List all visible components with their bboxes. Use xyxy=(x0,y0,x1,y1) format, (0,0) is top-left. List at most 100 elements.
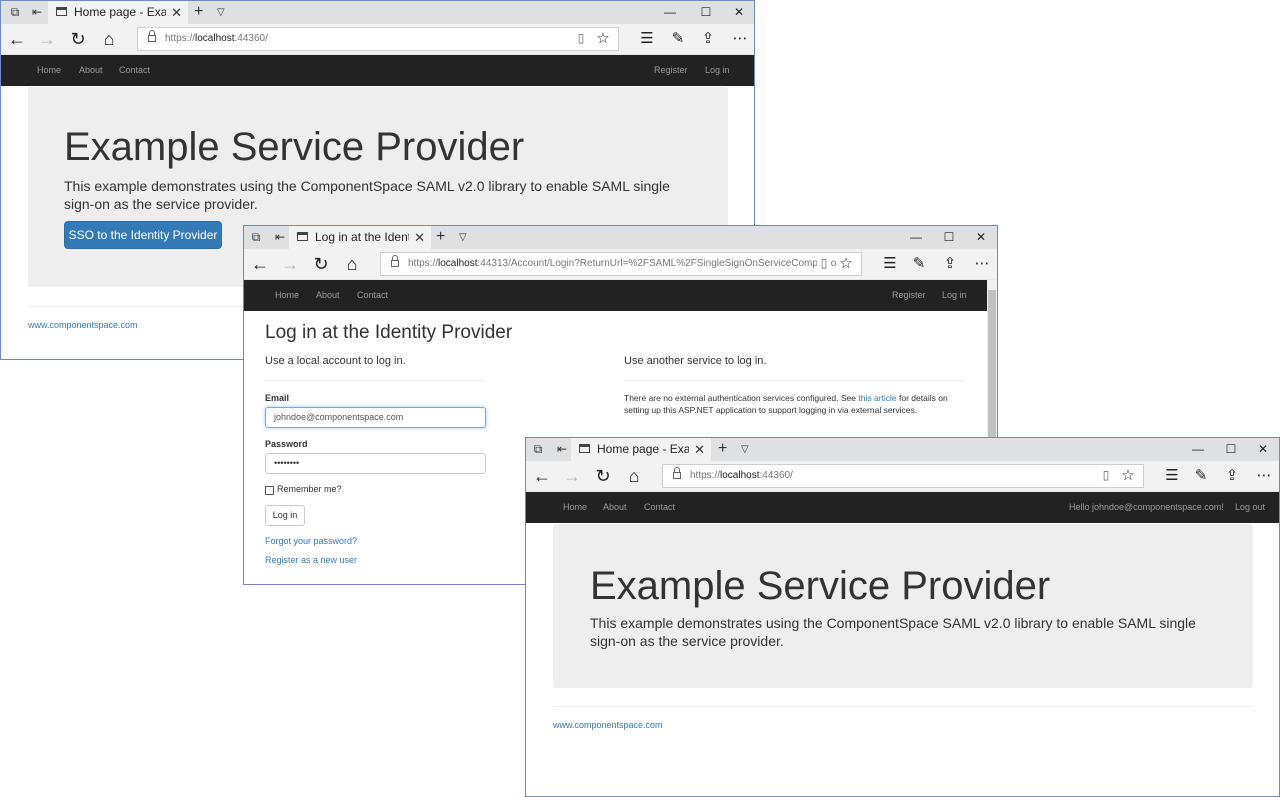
tab-close-icon[interactable]: ✕ xyxy=(171,1,182,24)
hub-icon[interactable]: ☰ xyxy=(1160,464,1184,488)
tab-menu-icon[interactable]: ▽ xyxy=(741,438,749,461)
more-icon[interactable]: ⋯ xyxy=(970,252,994,276)
hub-icon[interactable]: ☰ xyxy=(878,252,902,276)
tab-manager-icon[interactable]: ⧉ xyxy=(530,442,546,456)
nav-contact[interactable]: Contact xyxy=(119,55,150,86)
tab-manager-icon[interactable]: ⧉ xyxy=(7,5,23,19)
tab-home-page[interactable]: Home page - Example S ✕ xyxy=(48,1,188,24)
more-icon[interactable]: ⋯ xyxy=(1252,464,1276,488)
page-icon xyxy=(56,7,67,16)
nav-about[interactable]: About xyxy=(316,280,340,311)
reading-view-icon[interactable]: ▯ xyxy=(574,31,588,45)
back-icon[interactable]: ← xyxy=(530,464,554,488)
close-window-icon[interactable]: ✕ xyxy=(964,226,997,249)
tab-manager-icon[interactable]: ⧉ xyxy=(248,230,264,244)
set-aside-tabs-icon[interactable]: ⇤ xyxy=(554,442,570,456)
address-bar[interactable]: https://localhost:44313/Account/Login?Re… xyxy=(380,252,862,276)
url-text: https://localhost:44313/Account/Login?Re… xyxy=(408,258,842,269)
hub-icon[interactable]: ☰ xyxy=(635,27,659,51)
external-article-link[interactable]: this article xyxy=(858,393,896,403)
share-icon[interactable]: ⇪ xyxy=(1220,464,1244,488)
notes-icon[interactable]: ✎ xyxy=(1189,464,1213,488)
tab-menu-icon[interactable]: ▽ xyxy=(217,1,225,24)
set-aside-tabs-icon[interactable]: ⇤ xyxy=(29,5,45,19)
nav-home[interactable]: Home xyxy=(275,280,299,311)
nav-home[interactable]: Home xyxy=(37,55,61,86)
tab-close-icon[interactable]: ✕ xyxy=(694,438,705,461)
footer-link[interactable]: www.componentspace.com xyxy=(28,320,138,330)
local-divider xyxy=(265,380,485,381)
browser-toolbar: ← → ↻ ⌂ https://localhost:44360/ ▯ ☆ ☰ ✎… xyxy=(1,24,754,55)
forgot-password-link[interactable]: Forgot your password? xyxy=(265,536,357,546)
browser-toolbar: ← → ↻ ⌂ https://localhost:44313/Account/… xyxy=(244,249,997,280)
nav-about[interactable]: About xyxy=(603,492,627,523)
address-bar[interactable]: https://localhost:44360/ ▯ ☆ xyxy=(662,464,1144,488)
notes-icon[interactable]: ✎ xyxy=(907,252,931,276)
nav-contact[interactable]: Contact xyxy=(357,280,388,311)
more-icon[interactable]: ⋯ xyxy=(728,27,752,51)
site-navbar: Home About Contact Hello johndoe@compone… xyxy=(526,492,1279,523)
home-icon[interactable]: ⌂ xyxy=(97,27,121,51)
external-heading: Use another service to log in. xyxy=(624,355,767,367)
new-tab-icon[interactable]: + xyxy=(718,438,727,460)
nav-hello-user[interactable]: Hello johndoe@componentspace.com! xyxy=(1069,492,1224,523)
forward-icon[interactable]: → xyxy=(560,464,584,488)
lock-icon xyxy=(391,255,399,268)
page-icon xyxy=(579,444,590,453)
title-bar: ⧉ ⇤ Log in at the Identity Pr ✕ + ▽ — ☐ … xyxy=(244,226,997,249)
maximize-icon[interactable]: ☐ xyxy=(689,1,723,24)
page-heading: Example Service Provider xyxy=(590,564,1051,608)
nav-home[interactable]: Home xyxy=(563,492,587,523)
page-icon xyxy=(297,232,308,241)
new-tab-icon[interactable]: + xyxy=(194,1,203,23)
address-bar[interactable]: https://localhost:44360/ ▯ ☆ xyxy=(137,27,619,51)
nav-contact[interactable]: Contact xyxy=(644,492,675,523)
nav-register[interactable]: Register xyxy=(654,55,688,86)
tab-home-page[interactable]: Home page - Example S ✕ xyxy=(571,438,711,461)
nav-register[interactable]: Register xyxy=(892,280,926,311)
new-tab-icon[interactable]: + xyxy=(436,226,445,248)
minimize-icon[interactable]: — xyxy=(653,1,687,24)
refresh-icon[interactable]: ↻ xyxy=(591,464,615,488)
tab-login[interactable]: Log in at the Identity Pr ✕ xyxy=(289,226,431,249)
nav-logout[interactable]: Log out xyxy=(1235,492,1265,523)
forward-icon[interactable]: → xyxy=(278,252,302,276)
close-window-icon[interactable]: ✕ xyxy=(1246,438,1279,461)
register-link[interactable]: Register as a new user xyxy=(265,555,357,565)
email-label: Email xyxy=(265,393,290,403)
back-icon[interactable]: ← xyxy=(248,252,272,276)
close-window-icon[interactable]: ✕ xyxy=(722,1,754,24)
reading-view-icon[interactable]: ▯ xyxy=(1099,468,1113,482)
forward-icon[interactable]: → xyxy=(35,27,59,51)
remember-checkbox[interactable] xyxy=(265,486,274,495)
sso-button[interactable]: SSO to the Identity Provider xyxy=(64,221,222,249)
maximize-icon[interactable]: ☐ xyxy=(1214,438,1248,461)
refresh-icon[interactable]: ↻ xyxy=(66,27,90,51)
home-icon[interactable]: ⌂ xyxy=(340,252,364,276)
set-aside-tabs-icon[interactable]: ⇤ xyxy=(272,230,288,244)
tab-close-icon[interactable]: ✕ xyxy=(414,226,425,249)
reading-view-icon[interactable]: ▯ xyxy=(817,256,831,270)
home-icon[interactable]: ⌂ xyxy=(622,464,646,488)
nav-login[interactable]: Log in xyxy=(942,280,967,311)
favorite-star-icon[interactable]: ☆ xyxy=(837,254,855,274)
minimize-icon[interactable]: — xyxy=(899,226,933,249)
email-field[interactable]: johndoe@componentspace.com xyxy=(265,407,486,428)
tab-menu-icon[interactable]: ▽ xyxy=(459,226,467,249)
scrollbar-thumb[interactable] xyxy=(988,290,996,440)
footer-link[interactable]: www.componentspace.com xyxy=(553,720,663,730)
site-navbar: Home About Contact Register Log in xyxy=(1,55,754,86)
nav-about[interactable]: About xyxy=(79,55,103,86)
favorite-star-icon[interactable]: ☆ xyxy=(1119,466,1137,486)
favorite-star-icon[interactable]: ☆ xyxy=(594,29,612,49)
share-icon[interactable]: ⇪ xyxy=(696,27,720,51)
login-button[interactable]: Log in xyxy=(265,505,305,526)
share-icon[interactable]: ⇪ xyxy=(938,252,962,276)
notes-icon[interactable]: ✎ xyxy=(666,27,690,51)
nav-login[interactable]: Log in xyxy=(705,55,730,86)
password-field[interactable]: •••••••• xyxy=(265,453,486,474)
refresh-icon[interactable]: ↻ xyxy=(309,252,333,276)
minimize-icon[interactable]: — xyxy=(1181,438,1215,461)
maximize-icon[interactable]: ☐ xyxy=(932,226,966,249)
back-icon[interactable]: ← xyxy=(5,27,29,51)
